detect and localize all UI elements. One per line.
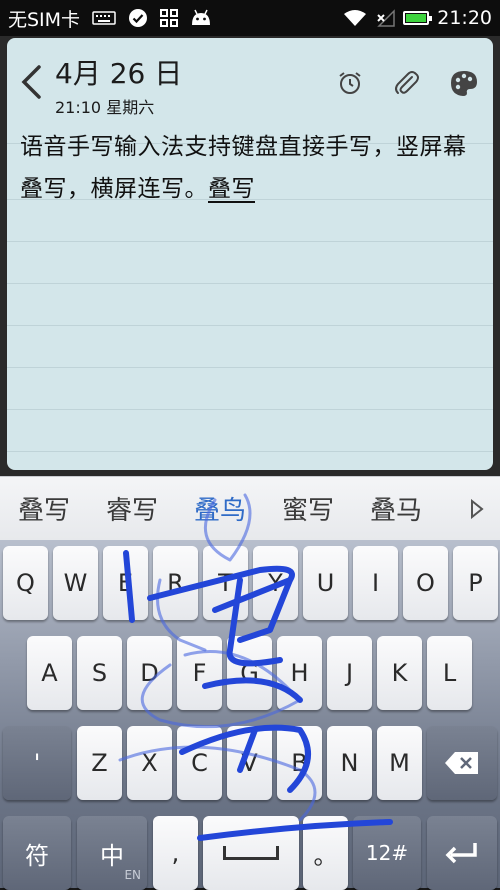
battery-icon: [403, 11, 433, 25]
note-header: 4月 26 日 21:10 星期六: [7, 38, 493, 120]
palette-icon: [451, 71, 477, 96]
attachment-button[interactable]: [389, 66, 423, 100]
note-content[interactable]: 语音手写输入法支持键盘直接手写，竖屏幕叠写，横屏连写。叠写: [20, 126, 482, 210]
numbers-key[interactable]: 12#: [353, 816, 421, 890]
alarm-icon: [339, 72, 361, 94]
period-key[interactable]: 。: [303, 816, 348, 890]
space-bar-icon: [223, 846, 279, 860]
triangle-right-icon: [471, 498, 484, 519]
status-bar: 无SIM卡 21:20: [0, 0, 500, 36]
status-time: 21:20: [437, 7, 492, 29]
keyboard-icon: [92, 11, 116, 25]
key-q[interactable]: Q: [3, 546, 48, 620]
language-sub-label: EN: [124, 868, 141, 882]
key-w[interactable]: W: [53, 546, 98, 620]
note-date: 4月 26 日: [55, 57, 183, 90]
more-candidates-button[interactable]: [454, 477, 500, 540]
backspace-icon: [445, 752, 478, 774]
key-d[interactable]: D: [127, 636, 172, 710]
wifi-icon: [343, 9, 367, 27]
key-e[interactable]: E: [103, 546, 148, 620]
key-h[interactable]: H: [277, 636, 322, 710]
candidate-item[interactable]: 蜜写: [264, 490, 352, 527]
key-f[interactable]: F: [177, 636, 222, 710]
language-label: 中: [100, 841, 124, 870]
back-button[interactable]: [17, 62, 45, 102]
alarm-button[interactable]: [333, 66, 367, 100]
key-c[interactable]: C: [177, 726, 222, 800]
note-frame: 4月 26 日 21:10 星期六 语音手写输入法支持键盘直接手写，竖屏幕叠写，…: [0, 36, 500, 476]
android-icon: [190, 9, 212, 27]
language-switch-key[interactable]: 中 EN: [77, 816, 147, 890]
key-v[interactable]: V: [227, 726, 272, 800]
note-time-weekday: 21:10 星期六: [55, 98, 155, 117]
check-circle-icon: [128, 8, 148, 28]
key-i[interactable]: I: [353, 546, 398, 620]
key-m[interactable]: M: [377, 726, 422, 800]
chevron-left-icon: [21, 65, 41, 99]
key-l[interactable]: L: [427, 636, 472, 710]
key-o[interactable]: O: [403, 546, 448, 620]
enter-key[interactable]: [427, 816, 497, 890]
candidate-bar: 叠写 睿写 叠鸟 蜜写 叠马: [0, 476, 500, 540]
no-signal-icon: [375, 9, 395, 27]
enter-icon: [445, 843, 477, 864]
comma-key[interactable]: ,: [153, 816, 198, 890]
key-u[interactable]: U: [303, 546, 348, 620]
candidate-item-selected[interactable]: 叠鸟: [176, 490, 264, 527]
key-t[interactable]: T: [203, 546, 248, 620]
key-p[interactable]: P: [453, 546, 498, 620]
key-k[interactable]: K: [377, 636, 422, 710]
keyboard: Q W E R T Y U I O P A S D F G H J K L ' …: [0, 540, 500, 890]
key-s[interactable]: S: [77, 636, 122, 710]
key-apostrophe[interactable]: ': [3, 726, 71, 800]
key-n[interactable]: N: [327, 726, 372, 800]
candidate-item[interactable]: 睿写: [88, 490, 176, 527]
note-card: 4月 26 日 21:10 星期六 语音手写输入法支持键盘直接手写，竖屏幕叠写，…: [7, 38, 493, 470]
key-z[interactable]: Z: [77, 726, 122, 800]
key-y[interactable]: Y: [253, 546, 298, 620]
attachment-icon: [395, 71, 419, 94]
palette-button[interactable]: [447, 66, 481, 100]
key-x[interactable]: X: [127, 726, 172, 800]
candidate-item[interactable]: 叠写: [0, 490, 88, 527]
key-j[interactable]: J: [327, 636, 372, 710]
candidate-item[interactable]: 叠马: [352, 490, 440, 527]
key-b[interactable]: B: [277, 726, 322, 800]
carrier-label: 无SIM卡: [8, 8, 81, 31]
backspace-key[interactable]: [427, 726, 497, 800]
key-g[interactable]: G: [227, 636, 272, 710]
symbol-key[interactable]: 符: [3, 816, 71, 890]
key-r[interactable]: R: [153, 546, 198, 620]
composing-text: 叠写: [208, 176, 255, 202]
apps-grid-icon: [160, 9, 179, 27]
key-a[interactable]: A: [27, 636, 72, 710]
space-key[interactable]: [203, 816, 299, 890]
